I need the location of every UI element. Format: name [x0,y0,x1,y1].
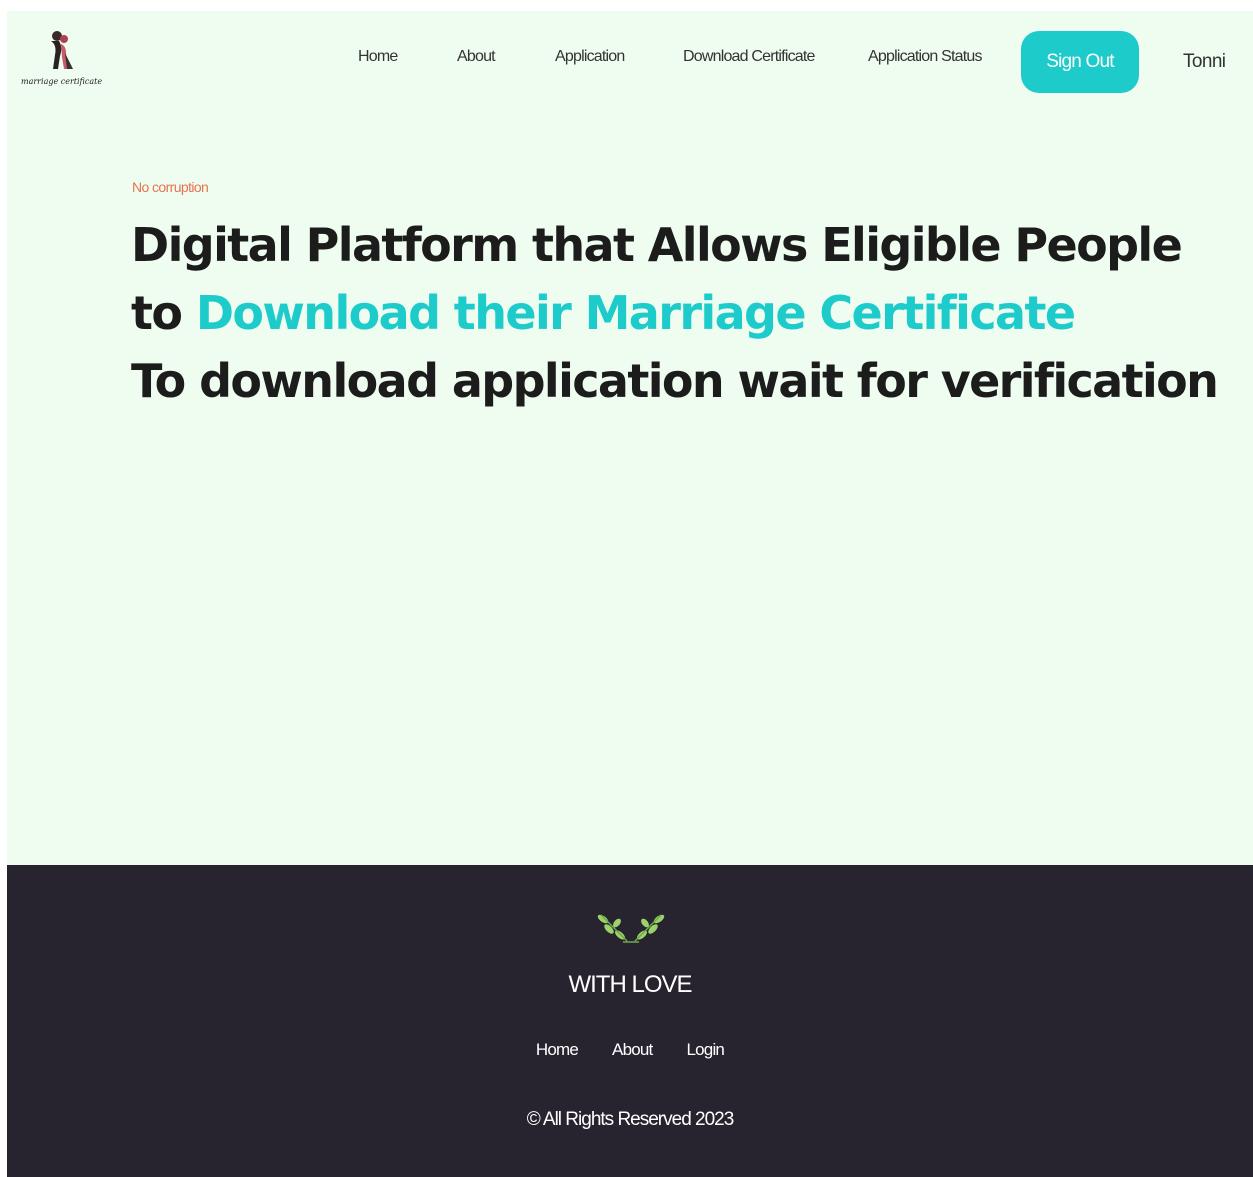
sign-out-button[interactable]: Sign Out [1021,31,1139,93]
footer-link-login[interactable]: Login [686,1040,724,1060]
hero-tagline: No corruption [132,179,209,195]
page: marriage certificate Home About Applicat… [7,11,1253,1177]
hero-highlight: Download their Marriage Certificate [195,286,1076,340]
footer: WITH LOVE Home About Login © All Rights … [7,865,1253,1177]
nav-home[interactable]: Home [358,48,398,72]
nav-application[interactable]: Application [555,48,625,72]
hero-line-3: To download application wait for verific… [131,354,1219,408]
footer-nav: Home About Login [7,1040,1253,1060]
nav-application-status[interactable]: Application Status [868,48,982,72]
couple-icon [51,31,73,69]
nav-download-certificate[interactable]: Download Certificate [683,48,815,72]
hero-line-2: to Download their Marriage Certificate [131,279,1076,347]
laurel-leaf-icon [597,914,665,943]
hero-line-2-prefix: to [131,286,183,340]
hero-line-1: Digital Platform that Allows Eligible Pe… [131,218,1183,272]
hero-heading: Digital Platform that Allows Eligible Pe… [131,211,1219,415]
copyright: © All Rights Reserved 2023 [526,1109,735,1130]
footer-link-about[interactable]: About [612,1040,653,1060]
site-logo[interactable]: marriage certificate [21,29,103,95]
footer-link-home[interactable]: Home [536,1040,579,1060]
header: marriage certificate Home About Applicat… [7,11,1253,121]
nav-about[interactable]: About [457,48,496,72]
logo-text: marriage certificate [21,77,103,86]
footer-heading: WITH LOVE [568,971,692,998]
user-name: Tonni [1183,51,1226,72]
